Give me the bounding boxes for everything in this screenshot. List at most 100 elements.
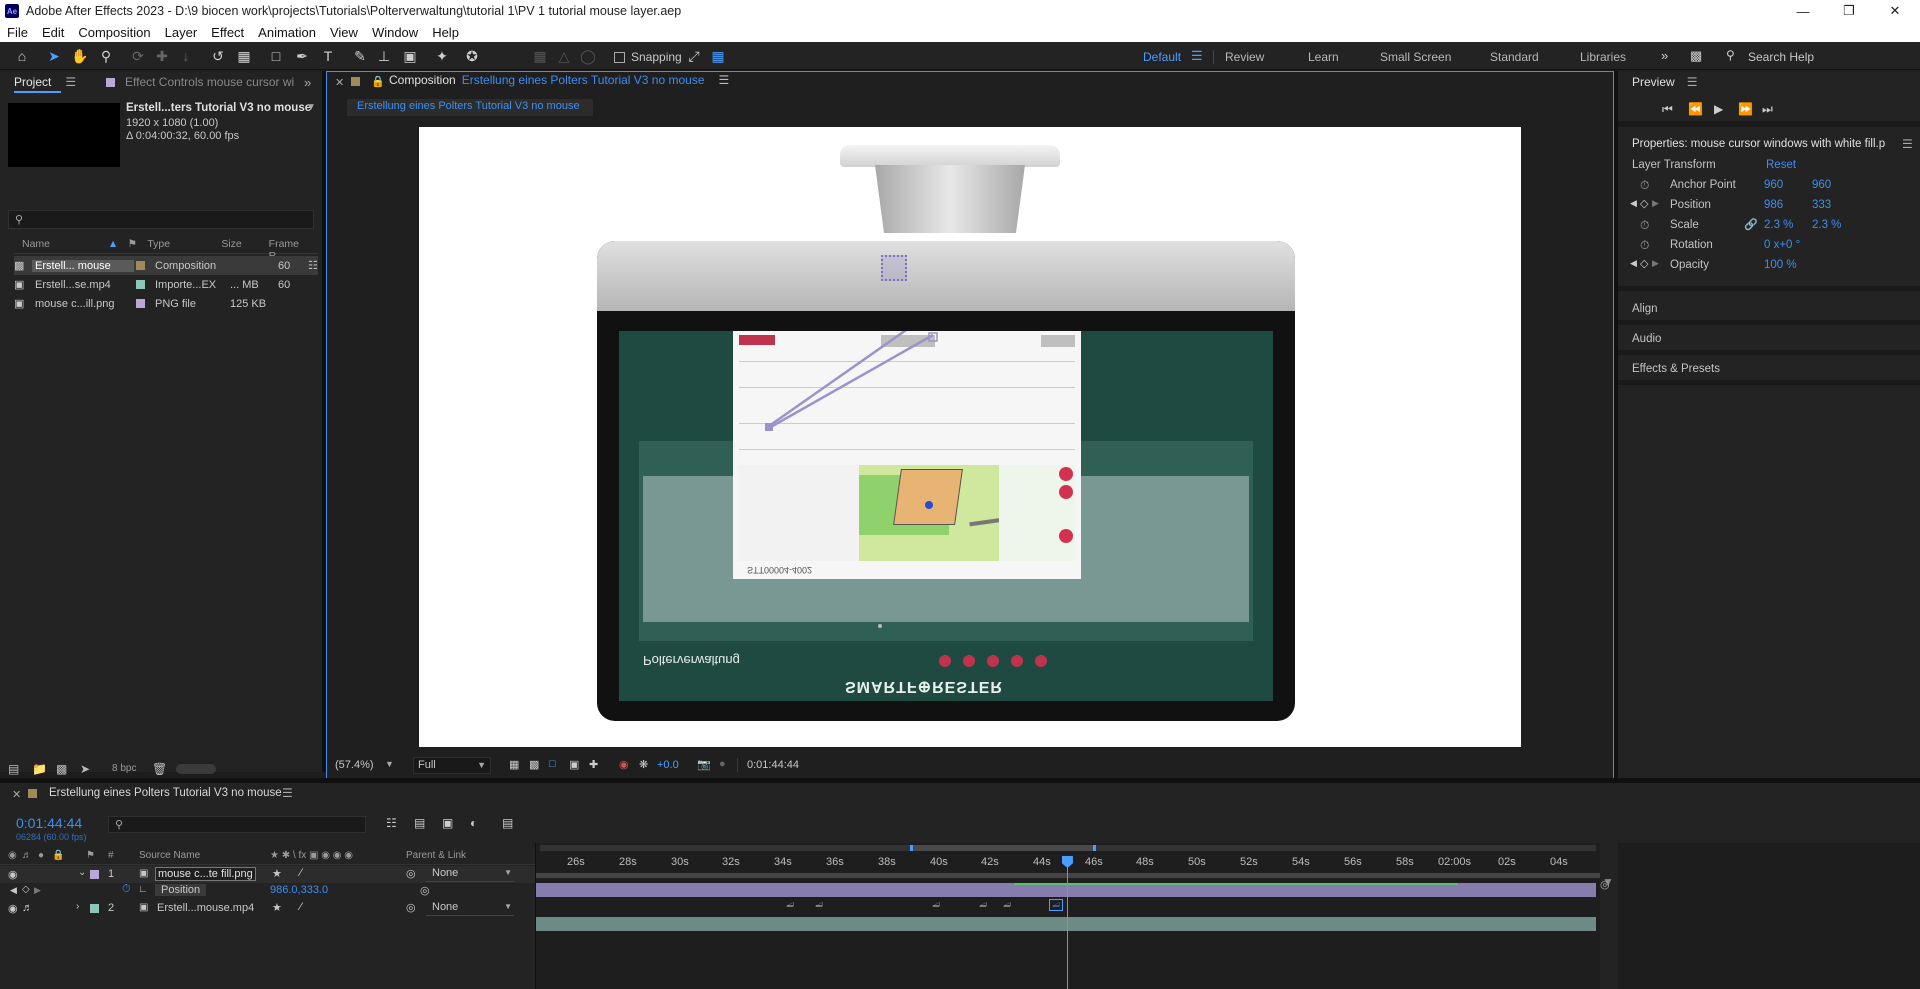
work-area-bar[interactable] (536, 873, 1600, 878)
audio-panel-tab[interactable]: Audio (1632, 333, 1661, 345)
tab-effect-controls[interactable]: Effect Controls mouse cursor wi (106, 71, 294, 93)
lock-icon[interactable]: 🔒 (371, 75, 385, 88)
next-keyframe-icon[interactable]: ▶ (1652, 198, 1659, 209)
stopwatch-icon[interactable]: ⏱ (1640, 178, 1649, 193)
project-item[interactable]: ▣ Erstell...se.mp4 Importe...EX ... MB 6… (14, 275, 318, 294)
hand-tool-icon[interactable]: ✋ (70, 46, 90, 66)
reset-button[interactable]: Reset (1766, 159, 1796, 171)
menu-edit[interactable]: Edit (35, 25, 71, 40)
motion-blur-icon[interactable]: ◐ (470, 816, 477, 830)
col-type[interactable]: Type (147, 238, 221, 253)
rotation-value[interactable]: 0 x+0 ° (1764, 239, 1800, 251)
project-item[interactable]: ▣ mouse c...ill.png PNG file 125 KB (14, 294, 318, 313)
menu-file[interactable]: File (0, 25, 35, 40)
time-navigator-handle[interactable] (910, 845, 1096, 851)
draft-3d-icon[interactable]: ▤ (414, 816, 425, 830)
next-frame-icon[interactable]: ⏩ (1738, 102, 1753, 116)
axis-local-icon[interactable]: ▦ (530, 46, 550, 66)
flowchart-icon[interactable]: ☷ (308, 259, 318, 272)
quality-switch-icon[interactable]: ∕ (300, 867, 302, 879)
label-color-swatch[interactable] (90, 904, 99, 913)
search-help-input[interactable]: Search Help (1748, 50, 1814, 64)
transparency-grid-icon[interactable]: ▩ (529, 758, 539, 771)
tab-project[interactable]: Project ☰ (14, 71, 76, 93)
keyframe-diamond-icon[interactable]: ◇ (1640, 257, 1648, 270)
brush-tool-icon[interactable]: ✎ (350, 46, 370, 66)
position-x[interactable]: 986 (1764, 199, 1783, 211)
snapshot-camera-icon[interactable]: 📷 (697, 758, 711, 771)
zoom-tool-icon[interactable]: ⚲ (96, 46, 116, 66)
position-y[interactable]: 333 (1812, 199, 1831, 211)
position-value[interactable]: 986.0,333.0 (270, 884, 328, 896)
col-frame-rate[interactable]: Frame R... (269, 238, 318, 262)
timeline-tab-name[interactable]: Erstellung eines Polters Tutorial V3 no … (49, 787, 282, 799)
snapping-checkbox[interactable] (614, 52, 625, 63)
quality-switch-icon[interactable]: ∕ (300, 901, 302, 913)
parent-dropdown[interactable]: None ▼ (426, 901, 514, 916)
color-management-icon[interactable]: ❋ (639, 758, 648, 771)
next-keyframe-icon[interactable]: ▶ (34, 885, 41, 896)
audio-toggle-icon[interactable]: ♬ (22, 850, 32, 861)
bit-depth-label[interactable]: 8 bpc (112, 763, 136, 774)
last-frame-icon[interactable]: ⏭ (1762, 102, 1773, 117)
snap-options-icon[interactable]: ⤢ (684, 46, 704, 66)
tab-preview[interactable]: Preview ☰ (1632, 71, 1697, 93)
collapse-transform-icon[interactable]: ★ (272, 901, 282, 914)
lock-icon[interactable]: 🔒 (52, 850, 64, 861)
project-search-input[interactable]: ⚲ (8, 210, 314, 229)
panel-overflow-icon[interactable]: » (304, 75, 311, 90)
axis-view-icon[interactable]: ◯ (578, 46, 598, 66)
anchor-point-x[interactable]: 960 (1764, 179, 1783, 191)
close-tab-icon[interactable]: ✕ (12, 788, 21, 801)
collapse-chevron-icon[interactable]: ⌄ (78, 867, 86, 878)
pickwhip-icon[interactable]: ◎ (406, 901, 416, 914)
workspace-review[interactable]: Review (1225, 50, 1264, 64)
previous-frame-icon[interactable]: ⏪ (1688, 102, 1703, 116)
timeline-layer-row[interactable]: ◉ ⌄ 1 ▣ mouse c...te fill.png ★ ∕ ◎ None… (0, 866, 535, 883)
label-col-icon[interactable]: ⚑ (128, 238, 148, 253)
thumbnail-size-slider[interactable] (176, 764, 216, 774)
tab-composition[interactable]: Composition Erstellung eines Polters Tut… (389, 69, 729, 91)
menu-window[interactable]: Window (365, 25, 425, 40)
anchor-tool-icon[interactable]: ▦ (234, 46, 254, 66)
graph-icon[interactable]: ∟ (138, 884, 148, 895)
pan-tool-icon[interactable]: ✚ (152, 46, 172, 66)
puppet-pin-icon[interactable]: ✪ (462, 46, 482, 66)
timeline-search-input[interactable]: ⚲ (108, 816, 366, 833)
layer-name[interactable]: mouse c...te fill.png (155, 867, 256, 881)
audio-icon[interactable]: ♬ (22, 902, 33, 914)
eye-icon[interactable]: ◉ (8, 902, 18, 915)
close-button[interactable]: ✕ (1872, 0, 1918, 22)
keyframe-marker[interactable]: ⧡ (785, 900, 795, 910)
workspace-learn[interactable]: Learn (1308, 50, 1339, 64)
align-panel-tab[interactable]: Align (1632, 303, 1658, 315)
panel-menu-icon[interactable]: ☰ (65, 75, 76, 89)
anchor-point-y[interactable]: 960 (1812, 179, 1831, 191)
composition-flowchart-icon[interactable]: ☷ (386, 816, 397, 830)
workspace-default[interactable]: Default (1143, 50, 1181, 64)
stopwatch-icon[interactable]: ⏱ (1640, 218, 1649, 233)
pickwhip-icon[interactable]: ◎ (406, 867, 416, 880)
timeline-current-time[interactable]: 0:01:44:44 (16, 815, 82, 831)
type-tool-icon[interactable]: T (318, 46, 338, 66)
chevron-right-icon[interactable]: » (1661, 48, 1668, 63)
resolution-dropdown[interactable]: Full ▼ (413, 757, 491, 774)
workspace-menu-icon[interactable]: ☰ (1191, 48, 1203, 64)
next-keyframe-icon[interactable]: ▶ (1652, 258, 1659, 269)
new-folder-icon[interactable]: 📁 (32, 762, 47, 776)
scale-y[interactable]: 2.3 % (1812, 219, 1841, 231)
first-frame-icon[interactable]: ⏮ (1662, 102, 1673, 117)
timeline-layer-row[interactable]: ◉ ♬ › 2 ▣ Erstell...mouse.mp4 ★ ∕ ◎ None… (0, 900, 535, 917)
menu-help[interactable]: Help (425, 25, 466, 40)
menu-composition[interactable]: Composition (71, 25, 157, 40)
mask-visibility-icon[interactable]: □ (549, 758, 556, 770)
workspace-small-screen[interactable]: Small Screen (1380, 50, 1451, 64)
new-composition-icon[interactable]: ▩ (56, 762, 67, 776)
layer-anchor-handle[interactable] (881, 241, 907, 281)
graph-editor-icon[interactable]: ▤ (502, 816, 513, 830)
menu-view[interactable]: View (323, 25, 365, 40)
stopwatch-icon[interactable]: ⏱ (122, 883, 131, 896)
axis-world-icon[interactable]: △ (554, 46, 574, 66)
keyframe-marker[interactable]: ⧡ (814, 900, 824, 910)
keyframe-marker[interactable]: ⧡ (1002, 900, 1012, 910)
